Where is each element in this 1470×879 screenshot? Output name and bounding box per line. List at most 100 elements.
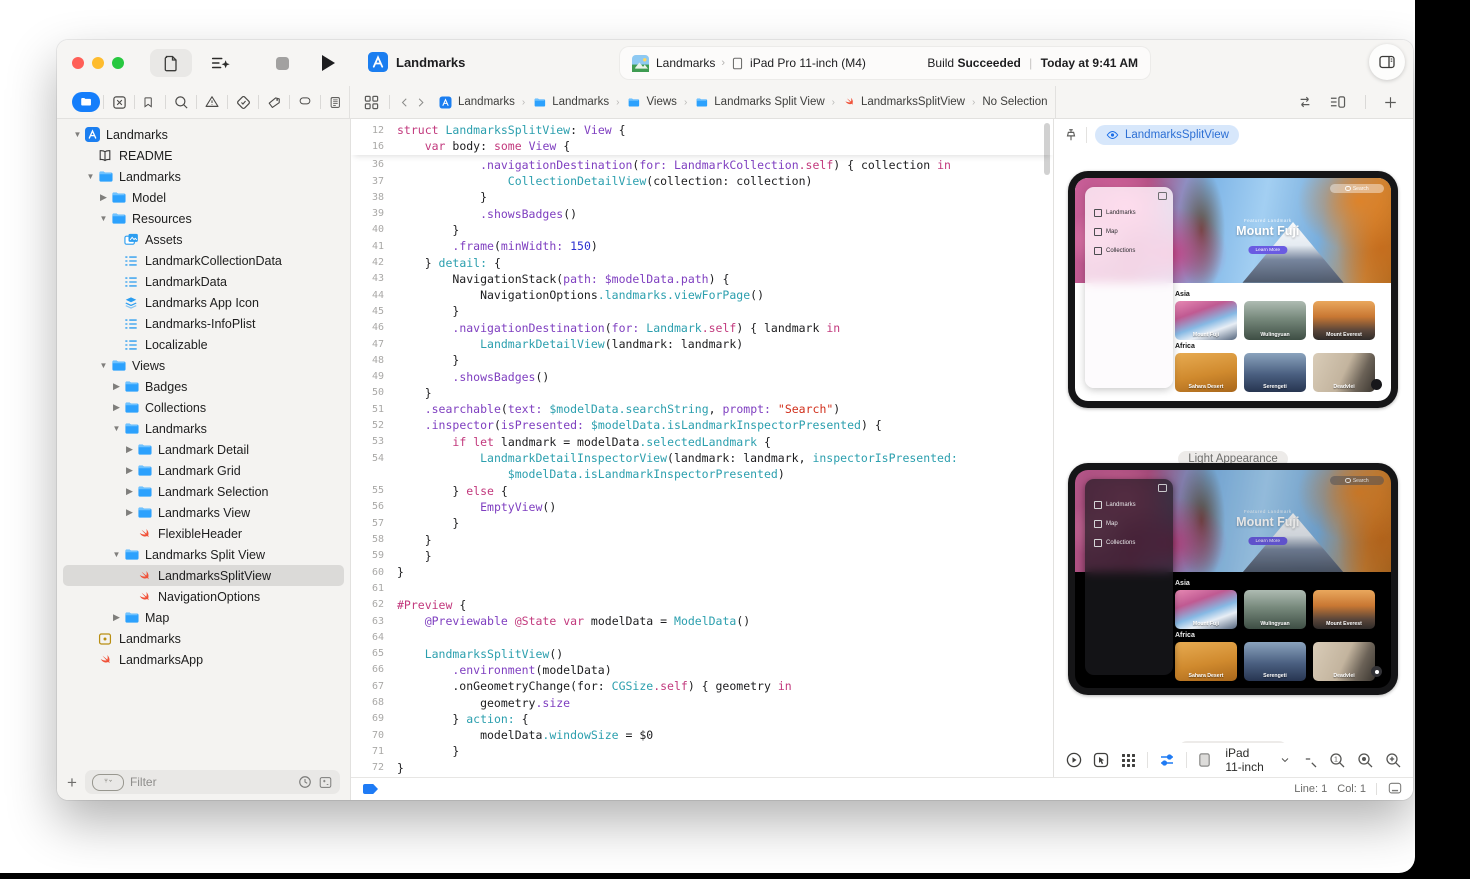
- disclosure-down-icon[interactable]: ▼: [110, 550, 123, 559]
- search-field[interactable]: Search: [1330, 184, 1384, 193]
- navigator-tab-tests[interactable]: [231, 92, 255, 112]
- zoom-out-icon[interactable]: [1301, 752, 1317, 768]
- landmark-card[interactable]: Serengeti: [1244, 353, 1306, 392]
- code-line[interactable]: 38 }: [351, 189, 1053, 205]
- code-line[interactable]: 47 LandmarkDetailView(landmark: landmark…: [351, 336, 1053, 352]
- scheme-selector[interactable]: Landmarks › iPad Pro 11-inch (M4) Build …: [620, 47, 1150, 79]
- code-line[interactable]: 39 .showsBadges(): [351, 205, 1053, 221]
- landmark-card[interactable]: Mount Everest: [1313, 590, 1375, 629]
- breakpoint-icon[interactable]: [363, 784, 378, 794]
- landmark-card[interactable]: Mount Fuji: [1175, 590, 1237, 629]
- code-line[interactable]: 67 .onGeometryChange(for: CGSize.self) {…: [351, 678, 1053, 694]
- navigator-item-landmarks[interactable]: Landmarks: [63, 628, 344, 649]
- breadcrumb-item[interactable]: No Selection: [982, 96, 1047, 108]
- close-window-button[interactable]: [72, 57, 84, 69]
- code-line[interactable]: 71 }: [351, 743, 1053, 759]
- add-file-button[interactable]: +: [67, 774, 77, 791]
- navigator-item-landmarks-app-icon[interactable]: Landmarks App Icon: [63, 292, 344, 313]
- app-sidebar-item[interactable]: Landmarks: [1094, 209, 1173, 217]
- navigator-item-landmark-grid[interactable]: ▶Landmark Grid: [63, 460, 344, 481]
- map-floating-button[interactable]: [1371, 379, 1382, 390]
- code-line[interactable]: 41 .frame(minWidth: 150): [351, 238, 1053, 254]
- search-field[interactable]: Search: [1330, 476, 1384, 485]
- variants-mode-icon[interactable]: [1120, 752, 1136, 768]
- code-line[interactable]: 58 }: [351, 531, 1053, 547]
- navigator-tab-breakpoints[interactable]: [293, 92, 317, 112]
- navigator-item-readme[interactable]: README: [63, 145, 344, 166]
- ipad-preview-light[interactable]: Featured LandmarkMount FujiLearn MoreSea…: [1068, 171, 1398, 408]
- code-line[interactable]: 63 @Previewable @State var modelData = M…: [351, 613, 1053, 629]
- code-line[interactable]: 53 if let landmark = modelData.selectedL…: [351, 434, 1053, 450]
- navigator-item-assets[interactable]: Assets: [63, 229, 344, 250]
- disclosure-down-icon[interactable]: ▼: [97, 361, 110, 370]
- swap-editor-icon[interactable]: [1296, 95, 1314, 109]
- disclosure-right-icon[interactable]: ▶: [123, 507, 136, 518]
- code-line[interactable]: 46 .navigationDestination(for: Landmark.…: [351, 320, 1053, 336]
- navigator-tab-find[interactable]: [169, 92, 193, 112]
- build-status[interactable]: Build Succeeded | Today at 9:41 AM: [927, 56, 1138, 70]
- navigator-item-resources[interactable]: ▼Resources: [63, 208, 344, 229]
- landmark-card[interactable]: Mount Fuji: [1175, 301, 1237, 340]
- filter-options-icon[interactable]: [92, 774, 124, 791]
- code-line[interactable]: 40 }: [351, 222, 1053, 238]
- disclosure-right-icon[interactable]: ▶: [97, 192, 110, 203]
- navigator-item-badges[interactable]: ▶Badges: [63, 376, 344, 397]
- editor-scrollbar[interactable]: [1044, 123, 1050, 175]
- minimize-window-button[interactable]: [92, 57, 104, 69]
- run-button[interactable]: [315, 49, 341, 77]
- back-button[interactable]: [400, 96, 410, 109]
- navigator-item-collections[interactable]: ▶Collections: [63, 397, 344, 418]
- code-line[interactable]: 66 .environment(modelData): [351, 662, 1053, 678]
- breadcrumb-item[interactable]: LandmarksSplitView: [842, 95, 965, 109]
- filter-field[interactable]: Filter: [85, 770, 340, 794]
- code-line[interactable]: 42 } detail: {: [351, 254, 1053, 270]
- live-preview-icon[interactable]: [1066, 752, 1082, 768]
- scheme-destination-label[interactable]: iPad Pro 11-inch (M4): [750, 56, 866, 70]
- navigator-item-landmarkdata[interactable]: LandmarkData: [63, 271, 344, 292]
- editor-options-icon[interactable]: [1328, 95, 1347, 110]
- app-sidebar-item[interactable]: Map: [1094, 228, 1173, 236]
- code-line[interactable]: 60}: [351, 564, 1053, 580]
- navigator-item-landmarks[interactable]: ▼Landmarks: [63, 124, 344, 145]
- code-line[interactable]: 43 NavigationStack(path: $modelData.path…: [351, 271, 1053, 287]
- navigator-tab-reports[interactable]: [324, 92, 348, 112]
- zoom-in-icon[interactable]: [1385, 752, 1401, 768]
- preview-tab[interactable]: LandmarksSplitView: [1095, 125, 1239, 145]
- code-line[interactable]: 37 CollectionDetailView(collection: coll…: [351, 173, 1053, 189]
- landmark-card[interactable]: Deadvlei: [1313, 353, 1375, 392]
- inspector-toggle-button[interactable]: [1369, 44, 1405, 80]
- navigator-item-landmark-detail[interactable]: ▶Landmark Detail: [63, 439, 344, 460]
- code-line[interactable]: 64: [351, 629, 1053, 645]
- code-line[interactable]: 70 modelData.windowSize = $0: [351, 727, 1053, 743]
- zoom-window-button[interactable]: [112, 57, 124, 69]
- app-sidebar-item[interactable]: Landmarks: [1094, 501, 1173, 509]
- code-line[interactable]: 54 LandmarkDetailInspectorView(landmark:…: [351, 450, 1053, 466]
- zoom-100-icon[interactable]: 1: [1329, 752, 1345, 768]
- landmark-card[interactable]: Mount Everest: [1313, 301, 1375, 340]
- code-line[interactable]: 36 .navigationDestination(for: LandmarkC…: [351, 157, 1053, 173]
- app-sidebar-item[interactable]: Collections: [1094, 247, 1173, 255]
- navigator-item-map[interactable]: ▶Map: [63, 607, 344, 628]
- code-line[interactable]: 72}: [351, 760, 1053, 776]
- disclosure-down-icon[interactable]: ▼: [97, 214, 110, 223]
- landmark-card[interactable]: Wulingyuan: [1244, 301, 1306, 340]
- landmark-card[interactable]: Deadvlei: [1313, 642, 1375, 681]
- code-line[interactable]: 69 } action: {: [351, 711, 1053, 727]
- recent-files-icon[interactable]: [298, 775, 312, 789]
- breadcrumb-item[interactable]: Landmarks: [532, 95, 609, 110]
- code-line[interactable]: 52 .inspector(isPresented: $modelData.is…: [351, 417, 1053, 433]
- landmark-card[interactable]: Wulingyuan: [1244, 590, 1306, 629]
- code-line[interactable]: 57 }: [351, 515, 1053, 531]
- navigator-item-landmarks-view[interactable]: ▶Landmarks View: [63, 502, 344, 523]
- navigator-tab-issues[interactable]: [200, 92, 224, 112]
- navigator-item-landmarks-split-view[interactable]: ▼Landmarks Split View: [63, 544, 344, 565]
- app-sidebar-item[interactable]: Collections: [1094, 539, 1173, 547]
- code-line[interactable]: 65 LandmarksSplitView(): [351, 646, 1053, 662]
- navigator-item-landmarkcollectiondata[interactable]: LandmarkCollectionData: [63, 250, 344, 271]
- disclosure-right-icon[interactable]: ▶: [110, 612, 123, 623]
- chevron-down-icon[interactable]: [1280, 756, 1290, 764]
- code-line[interactable]: 50 }: [351, 385, 1053, 401]
- add-editor-icon[interactable]: [1384, 96, 1397, 109]
- landmark-card[interactable]: Sahara Desert: [1175, 642, 1237, 681]
- landmark-card[interactable]: Serengeti: [1244, 642, 1306, 681]
